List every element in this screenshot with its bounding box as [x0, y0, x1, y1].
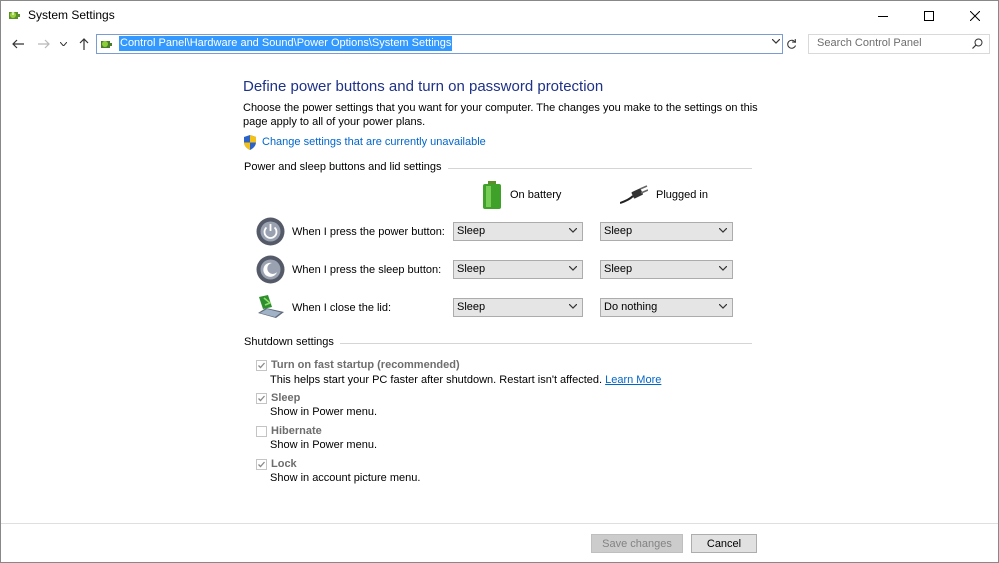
sleep-button-plugged-select[interactable]: Sleep [600, 260, 733, 279]
selected-value: Sleep [457, 263, 486, 275]
power-options-icon [9, 12, 20, 19]
hibernate-description: Show in Power menu. [270, 439, 377, 451]
on-battery-column-header: On battery [482, 181, 561, 209]
sleep-option: Sleep [256, 391, 300, 405]
save-changes-button[interactable]: Save changes [591, 534, 683, 553]
power-plug-icon [620, 185, 648, 204]
lock-description: Show in account picture menu. [270, 472, 421, 484]
close-lid-battery-select[interactable]: Sleep [453, 298, 583, 317]
lock-option: Lock [256, 457, 297, 471]
sleep-button-battery-select[interactable]: Sleep [453, 260, 583, 279]
selected-value: Do nothing [604, 301, 658, 313]
selected-value: Sleep [604, 225, 633, 237]
page-description: Choose the power settings that you want … [243, 102, 758, 128]
hibernate-checkbox[interactable] [256, 425, 267, 437]
sleep-label: Sleep [271, 392, 301, 404]
maximize-icon [924, 10, 934, 21]
cancel-button[interactable]: Cancel [691, 534, 757, 553]
sleep-button-icon [256, 255, 285, 284]
selected-value: Sleep [457, 301, 486, 313]
fast-startup-checkbox[interactable] [256, 359, 267, 371]
search-box[interactable]: Search Control Panel [808, 34, 990, 54]
chevron-down-icon[interactable] [772, 39, 780, 44]
plugged-in-column-header: Plugged in [620, 181, 708, 209]
lock-label: Lock [271, 458, 297, 470]
search-input[interactable]: Search Control Panel [817, 37, 922, 49]
minimize-icon [878, 15, 888, 17]
fast-startup-label: Turn on fast startup (recommended) [271, 359, 460, 371]
buttons-section-header: Power and sleep buttons and lid settings [244, 161, 752, 175]
close-button[interactable] [952, 1, 998, 30]
change-settings-link[interactable]: Change settings that are currently unava… [243, 134, 486, 150]
up-button[interactable] [75, 35, 93, 53]
section-title: Power and sleep buttons and lid settings [244, 161, 448, 173]
chevron-down-icon [569, 228, 577, 233]
up-arrow-icon [79, 38, 89, 50]
sleep-button-label: When I press the sleep button: [292, 264, 442, 276]
chevron-down-icon [719, 266, 727, 271]
lock-checkbox[interactable] [256, 458, 267, 470]
power-button-plugged-select[interactable]: Sleep [600, 222, 733, 241]
refresh-icon [786, 38, 796, 49]
chevron-down-icon [59, 42, 67, 46]
footer-divider [1, 523, 998, 524]
search-icon[interactable] [972, 38, 983, 49]
fast-startup-desc-text: This helps start your PC faster after sh… [270, 374, 603, 386]
forward-arrow-icon [38, 39, 50, 49]
address-path[interactable]: Control Panel\Hardware and Sound\Power O… [119, 36, 453, 51]
recent-locations-button[interactable] [57, 35, 69, 53]
title-bar[interactable]: System Settings [1, 1, 998, 30]
checkmark-icon [258, 461, 265, 467]
system-settings-window: System Settings Control Panel\Hardware a… [0, 0, 999, 563]
back-button[interactable] [9, 35, 27, 53]
section-title: Shutdown settings [244, 336, 340, 348]
navigation-bar: Control Panel\Hardware and Sound\Power O… [1, 30, 998, 58]
refresh-button[interactable] [783, 35, 799, 53]
fast-startup-option: Turn on fast startup (recommended) [256, 358, 460, 372]
change-settings-link-label[interactable]: Change settings that are currently unava… [262, 136, 486, 148]
selected-value: Sleep [604, 263, 633, 275]
control-panel-icon [101, 41, 112, 48]
power-button-icon [256, 217, 285, 246]
hibernate-option: Hibernate [256, 424, 322, 438]
power-button-battery-select[interactable]: Sleep [453, 222, 583, 241]
shutdown-section-header: Shutdown settings [244, 336, 752, 350]
on-battery-label: On battery [510, 189, 562, 201]
close-lid-label: When I close the lid: [292, 302, 392, 314]
power-button-label: When I press the power button: [292, 226, 445, 238]
plugged-in-label: Plugged in [656, 189, 708, 201]
window-title: System Settings [28, 8, 115, 22]
uac-shield-icon [244, 134, 256, 150]
chevron-down-icon [719, 304, 727, 309]
address-bar[interactable]: Control Panel\Hardware and Sound\Power O… [96, 34, 783, 54]
page-title: Define power buttons and turn on passwor… [243, 78, 604, 95]
minimize-button[interactable] [860, 1, 906, 30]
close-icon [970, 10, 980, 21]
maximize-button[interactable] [906, 1, 952, 30]
chevron-down-icon [719, 228, 727, 233]
checkmark-icon [258, 362, 265, 368]
selected-value: Sleep [457, 225, 486, 237]
checkmark-icon [258, 395, 265, 401]
fast-startup-description: This helps start your PC faster after sh… [270, 374, 661, 386]
chevron-down-icon [569, 266, 577, 271]
chevron-down-icon [569, 304, 577, 309]
battery-icon [483, 181, 501, 209]
sleep-description: Show in Power menu. [270, 406, 377, 418]
laptop-lid-icon [258, 295, 284, 318]
learn-more-link[interactable]: Learn More [605, 374, 661, 386]
hibernate-label: Hibernate [271, 425, 322, 437]
close-lid-plugged-select[interactable]: Do nothing [600, 298, 733, 317]
forward-button[interactable] [35, 35, 53, 53]
back-arrow-icon [12, 39, 24, 49]
sleep-checkbox[interactable] [256, 392, 267, 404]
